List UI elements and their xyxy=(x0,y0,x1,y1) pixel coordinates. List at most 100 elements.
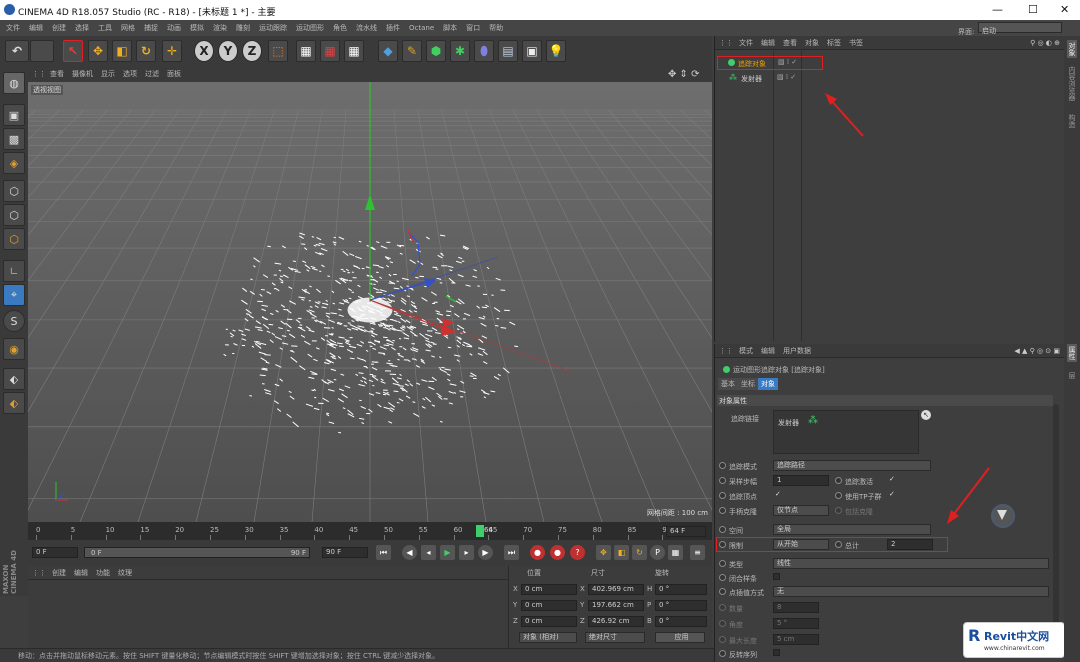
trace-link-list[interactable]: 发射器 ⁂ xyxy=(773,410,919,454)
trace-mode-select[interactable]: 追踪路径 xyxy=(773,460,931,471)
workplane-mode-button[interactable]: ◈ xyxy=(3,152,25,174)
floor-object-button[interactable]: ▤ xyxy=(498,40,518,62)
menu-item[interactable]: 渲染 xyxy=(213,20,227,36)
visibility-toggle[interactable]: ▧ ⁞ ✓ xyxy=(778,58,797,66)
object-row[interactable]: ⁂ 发射器 ▧ ⁞ ✓ xyxy=(717,72,823,86)
menu-item[interactable]: 网格 xyxy=(121,20,135,36)
tab-structure-vertical[interactable]: 构造 xyxy=(1067,114,1077,128)
position-z-field[interactable]: 0 cm xyxy=(521,616,577,627)
camera-button[interactable]: ▣ xyxy=(522,40,542,62)
object-search-icons[interactable]: ⚲ ◎ ◐ ⊕ xyxy=(1030,36,1060,50)
axis-mode-button[interactable]: ∟ xyxy=(3,260,25,282)
param-radio[interactable] xyxy=(719,462,726,469)
reverse-checkbox[interactable] xyxy=(773,649,780,656)
rotation-h-field[interactable]: 0 ° xyxy=(655,584,707,595)
tab-coords[interactable]: 坐标 xyxy=(738,378,758,390)
angle-field[interactable]: 5 ° xyxy=(773,618,819,629)
interpolation-select[interactable]: 无 xyxy=(773,586,1049,597)
magnet-button[interactable]: ◉ xyxy=(3,338,25,360)
material-menu-item[interactable]: 创建 xyxy=(52,569,66,577)
deformer-button[interactable]: ⬮ xyxy=(474,40,494,62)
tab-basic[interactable]: 基本 xyxy=(718,378,738,390)
range-slider[interactable]: 0 F 90 F xyxy=(84,547,310,558)
key-scale-button[interactable]: ◧ xyxy=(614,545,629,560)
space-select[interactable]: 全局 xyxy=(773,524,931,535)
param-radio[interactable] xyxy=(719,588,726,595)
link-picker-icon[interactable]: ↖ xyxy=(921,410,931,420)
undo-button[interactable]: ↶ xyxy=(5,40,29,62)
prev-frame-button[interactable]: ◂ xyxy=(421,545,436,560)
go-to-start-button[interactable]: ⏮ xyxy=(376,545,391,560)
minimize-button[interactable]: — xyxy=(992,3,1003,16)
material-menu-item[interactable]: 编辑 xyxy=(74,569,88,577)
trace-active-checkbox[interactable]: ✓ xyxy=(889,475,895,483)
coordinate-system-button[interactable]: ⬚ xyxy=(268,40,288,62)
redo-button[interactable] xyxy=(30,40,54,62)
tab-layers-vertical[interactable]: 层 xyxy=(1067,372,1077,379)
trace-vertex-checkbox[interactable]: ✓ xyxy=(775,490,781,498)
menu-item[interactable]: 运动图形 xyxy=(296,20,324,36)
pen-spline-button[interactable]: ✎ xyxy=(402,40,422,62)
move-axis-button[interactable]: ✛ xyxy=(162,40,182,62)
cube-object-button[interactable]: ◆ xyxy=(378,40,398,62)
apply-button[interactable]: 应用 xyxy=(655,632,705,643)
menu-item[interactable]: 创建 xyxy=(52,20,66,36)
go-to-end-button[interactable]: ⏭ xyxy=(504,545,519,560)
rotation-b-field[interactable]: 0 ° xyxy=(655,616,707,627)
z-axis-lock-button[interactable]: Z xyxy=(242,40,262,62)
material-menu-item[interactable]: 纹理 xyxy=(118,569,132,577)
size-z-field[interactable]: 426.92 cm xyxy=(588,616,644,627)
param-radio[interactable] xyxy=(719,507,726,514)
object-menu-item[interactable]: 文件 xyxy=(739,39,753,47)
viewport-menu-item[interactable]: 过滤 xyxy=(145,66,159,82)
menu-item[interactable]: 流水线 xyxy=(356,20,377,36)
object-menu-item[interactable]: 对象 xyxy=(805,39,819,47)
attr-menu-item[interactable]: 用户数据 xyxy=(783,347,811,355)
autokey-button[interactable]: ● xyxy=(550,545,565,560)
menu-item[interactable]: 工具 xyxy=(98,20,112,36)
size-x-field[interactable]: 402.969 cm xyxy=(588,584,644,595)
menu-item[interactable]: Octane xyxy=(409,20,434,36)
param-radio[interactable] xyxy=(719,541,726,548)
param-radio[interactable] xyxy=(719,636,726,643)
attr-nav-icons[interactable]: ◀ ▲ ⚲ ◎ ⊙ ▣ xyxy=(1014,344,1060,358)
menu-item[interactable]: 插件 xyxy=(386,20,400,36)
trace-link-item[interactable]: 发射器 xyxy=(778,418,799,428)
object-menu-item[interactable]: 编辑 xyxy=(761,39,775,47)
mograph-cloner-button[interactable]: ✱ xyxy=(450,40,470,62)
start-frame-field[interactable]: 0 F xyxy=(32,547,78,558)
render-picture-viewer-button[interactable]: ▦ xyxy=(320,40,340,62)
maximize-button[interactable]: ☐ xyxy=(1028,3,1038,16)
param-radio[interactable] xyxy=(835,541,842,548)
sample-step-field[interactable]: 1 xyxy=(773,475,829,486)
material-menu-handle[interactable]: ⋮⋮ xyxy=(32,569,46,577)
render-settings-button[interactable]: ▦ xyxy=(344,40,364,62)
limit-select[interactable]: 从开始 xyxy=(773,539,829,550)
use-tp-checkbox[interactable]: ✓ xyxy=(889,490,895,498)
param-radio[interactable] xyxy=(719,560,726,567)
param-radio[interactable] xyxy=(719,492,726,499)
max-length-field[interactable]: 5 cm xyxy=(773,634,819,645)
menu-item[interactable]: 雕刻 xyxy=(236,20,250,36)
visibility-toggle[interactable]: ▧ ⁞ ✓ xyxy=(777,73,796,81)
viewport-menu-item[interactable]: 摄像机 xyxy=(72,66,93,82)
attr-menu-handle[interactable]: ⋮⋮ xyxy=(719,347,733,355)
type-select[interactable]: 线性 xyxy=(773,558,1049,569)
count-field[interactable]: 8 xyxy=(773,602,819,613)
current-frame-field[interactable]: 64 F xyxy=(666,526,706,537)
timeline-options-button[interactable]: ≡ xyxy=(690,545,705,560)
move-tool-button[interactable]: ✥ xyxy=(88,40,108,62)
viewport-canvas[interactable] xyxy=(28,82,712,522)
param-radio[interactable] xyxy=(835,477,842,484)
next-key-button[interactable]: ▶ xyxy=(478,545,493,560)
tab-object[interactable]: 对象 xyxy=(758,378,778,390)
lock-workplane-button[interactable]: ⬖ xyxy=(3,368,25,390)
menu-item[interactable]: 编辑 xyxy=(29,20,43,36)
menu-item[interactable]: 选择 xyxy=(75,20,89,36)
planar-workplane-button[interactable]: ⬖ xyxy=(3,392,25,414)
points-mode-button[interactable]: ⬡ xyxy=(3,180,25,202)
y-axis-lock-button[interactable]: Y xyxy=(218,40,238,62)
close-button[interactable]: ✕ xyxy=(1060,3,1069,16)
param-radio[interactable] xyxy=(835,507,842,514)
param-radio[interactable] xyxy=(719,604,726,611)
